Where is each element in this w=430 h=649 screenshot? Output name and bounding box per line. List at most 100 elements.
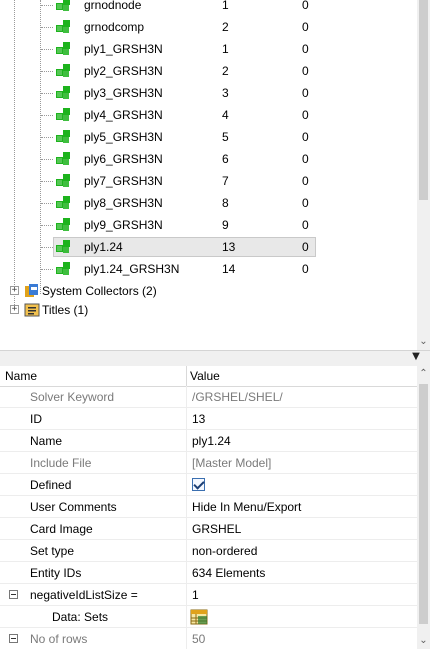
tree-item-color: 0: [302, 108, 309, 122]
tree-item[interactable]: ply5_GRSH3N 5 0: [0, 126, 417, 148]
column-divider: [186, 584, 187, 606]
property-name: Card Image: [30, 522, 93, 536]
tree-branch-line: [41, 27, 53, 28]
property-row[interactable]: Solver Keyword/GRSHEL/SHEL/: [0, 386, 417, 408]
property-row[interactable]: Defined: [0, 474, 417, 496]
tree-item[interactable]: ply4_GRSH3N 4 0: [0, 104, 417, 126]
column-divider[interactable]: [186, 366, 187, 386]
property-row[interactable]: User Comments Hide In Menu/Export: [0, 496, 417, 518]
tree-item-name: grnodnode: [84, 0, 142, 12]
tree-item-name: grnodcomp: [84, 20, 145, 34]
expand-icon[interactable]: +: [10, 305, 19, 314]
value-column-header[interactable]: Value: [190, 369, 220, 383]
tree-item[interactable]: ply2_GRSH3N 2 0: [0, 60, 417, 82]
defined-checkbox[interactable]: [192, 478, 205, 491]
tree-item[interactable]: ply1.24 13 0: [0, 236, 417, 258]
grid-scrollbar[interactable]: ⌃ ⌄: [417, 366, 430, 649]
property-row[interactable]: Name ply1.24: [0, 430, 417, 452]
tree-item-color: 0: [302, 42, 309, 56]
property-value[interactable]: non-ordered: [192, 544, 257, 558]
property-grid: Name Value Solver Keyword/GRSHEL/SHEL/ID…: [0, 366, 417, 649]
property-name: Solver Keyword: [30, 390, 115, 404]
property-value[interactable]: 634 Elements: [192, 566, 265, 580]
set-icon: [55, 19, 71, 35]
tree-item[interactable]: ply6_GRSH3N 6 0: [0, 148, 417, 170]
tree-item-name: ply9_GRSH3N: [84, 218, 163, 232]
column-divider: [186, 540, 187, 562]
property-name: User Comments: [30, 500, 117, 514]
tree-branch-line: [41, 5, 53, 6]
tree-item[interactable]: ply1_GRSH3N 1 0: [0, 38, 417, 60]
tree-item-color: 0: [302, 196, 309, 210]
scroll-down-arrow-icon[interactable]: ⌄: [417, 334, 430, 350]
property-value[interactable]: GRSHEL: [192, 522, 241, 536]
collapse-icon[interactable]: [9, 634, 18, 643]
tree-branch-line: [41, 71, 53, 72]
data-table-icon[interactable]: [190, 608, 208, 626]
tree-branch-line: [41, 93, 53, 94]
tree-item-id: 4: [222, 108, 229, 122]
set-icon: [55, 195, 71, 211]
property-row[interactable]: ID 13: [0, 408, 417, 430]
property-name: ID: [30, 412, 42, 426]
grid-scrollbar-thumb[interactable]: [419, 384, 428, 624]
column-divider: [186, 628, 187, 649]
column-divider: [186, 474, 187, 496]
pane-splitter[interactable]: ▼: [0, 350, 430, 366]
tree-item-name: ply7_GRSH3N: [84, 174, 163, 188]
tree-item[interactable]: ply1.24_GRSH3N 14 0: [0, 258, 417, 280]
tree-item-id: 7: [222, 174, 229, 188]
tree-item-color: 0: [302, 130, 309, 144]
property-row[interactable]: Entity IDs 634 Elements: [0, 562, 417, 584]
property-value[interactable]: 13: [192, 412, 205, 426]
property-value[interactable]: [Master Model]: [192, 456, 271, 470]
tree-item[interactable]: grnodnode 1 0: [0, 0, 417, 16]
property-row[interactable]: No of rows 50: [0, 628, 417, 649]
tree-scrollbar-thumb[interactable]: [419, 0, 428, 200]
scroll-up-arrow-icon[interactable]: ⌃: [417, 366, 430, 382]
tree-collector-label: Titles (1): [42, 303, 89, 317]
splitter-down-arrow-icon[interactable]: ▼: [409, 351, 423, 365]
property-value[interactable]: 50: [192, 632, 205, 646]
property-row[interactable]: Card Image GRSHEL: [0, 518, 417, 540]
expand-icon[interactable]: +: [10, 286, 19, 295]
property-row[interactable]: Set type non-ordered: [0, 540, 417, 562]
set-icon: [55, 107, 71, 123]
column-divider: [186, 496, 187, 518]
set-icon: [55, 0, 71, 13]
tree-item-id: 5: [222, 130, 229, 144]
tree-item[interactable]: ply3_GRSH3N 3 0: [0, 82, 417, 104]
tree-item-color: 0: [302, 262, 309, 276]
tree-branch-line: [41, 203, 53, 204]
property-value[interactable]: Hide In Menu/Export: [192, 500, 301, 514]
name-column-header[interactable]: Name: [5, 369, 37, 383]
tree-item-id: 2: [222, 64, 229, 78]
tree-item-name: ply4_GRSH3N: [84, 108, 163, 122]
property-value[interactable]: ply1.24: [192, 434, 231, 448]
property-row[interactable]: Data: Sets: [0, 606, 417, 628]
tree-item-id: 9: [222, 218, 229, 232]
property-value[interactable]: /GRSHEL/SHEL/: [192, 390, 283, 404]
tree-item[interactable]: ply8_GRSH3N 8 0: [0, 192, 417, 214]
property-name: Data: Sets: [52, 610, 109, 624]
property-row[interactable]: Include File [Master Model]: [0, 452, 417, 474]
tree-item-name: ply1.24_GRSH3N: [84, 262, 180, 276]
tree-item[interactable]: ply9_GRSH3N 9 0: [0, 214, 417, 236]
property-value[interactable]: 1: [192, 588, 199, 602]
tree-item-name: ply3_GRSH3N: [84, 86, 163, 100]
system-collectors-icon: [24, 283, 40, 299]
set-icon: [55, 173, 71, 189]
tree-item-name: ply1.24: [84, 240, 123, 254]
tree-collector[interactable]: + Titles (1): [0, 299, 417, 321]
tree-item-color: 0: [302, 174, 309, 188]
scroll-down-arrow-icon[interactable]: ⌄: [417, 633, 430, 649]
tree-item-id: 3: [222, 86, 229, 100]
tree-item[interactable]: ply7_GRSH3N 7 0: [0, 170, 417, 192]
tree-item-id: 13: [222, 240, 236, 254]
property-row[interactable]: negativeIdListSize = 1: [0, 584, 417, 606]
tree-item[interactable]: grnodcomp 2 0: [0, 16, 417, 38]
tree-item-name: ply8_GRSH3N: [84, 196, 163, 210]
collapse-icon[interactable]: [9, 590, 18, 599]
column-divider: [186, 386, 187, 408]
tree-scrollbar[interactable]: ⌄: [417, 0, 430, 350]
